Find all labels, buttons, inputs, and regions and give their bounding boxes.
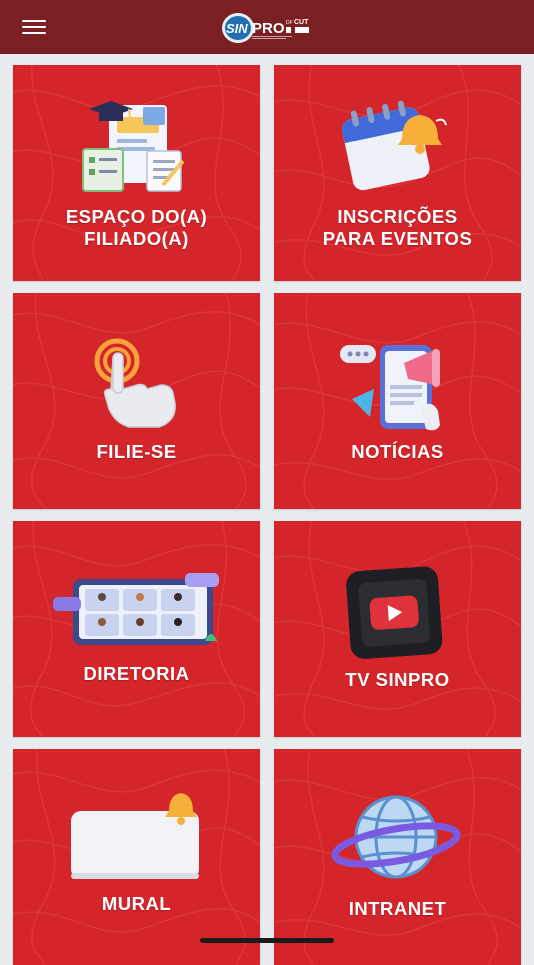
tile-noticias[interactable]: NOTÍCIAS (274, 293, 521, 509)
tile-label: FILIE-SE (96, 441, 177, 462)
tile-espaco-filiado[interactable]: ESPAÇO DO(A) FILIADO(A) (13, 65, 260, 281)
phone-megaphone-icon (340, 345, 440, 431)
tile-label: TV SINPRO (345, 669, 450, 690)
tile-intranet[interactable]: INTRANET (274, 749, 521, 965)
tile-mural[interactable]: MURAL (13, 749, 260, 965)
tile-label: INTRANET (348, 898, 447, 919)
hamburger-menu-icon[interactable] (22, 18, 48, 36)
tile-label: INSCRIÇÕES PARA EVENTOS (322, 206, 473, 249)
video-play-icon (346, 566, 443, 659)
tile-diretoria[interactable]: DIRETORIA (13, 521, 260, 737)
home-indicator[interactable] (200, 938, 334, 943)
sinpro-logo: SIN PRO DF CUT (222, 12, 322, 44)
tile-label: DIRETORIA (83, 663, 190, 684)
svg-text:SIN: SIN (226, 21, 248, 36)
svg-text:CUT: CUT (294, 19, 309, 26)
top-app-bar: SIN PRO DF CUT (0, 0, 534, 54)
video-conference-icon (53, 573, 219, 645)
tile-label: ESPAÇO DO(A) FILIADO(A) (65, 206, 208, 249)
tile-label: MURAL (101, 893, 172, 914)
globe-ring-icon (331, 795, 461, 879)
tile-tv-sinpro[interactable]: TV SINPRO (274, 521, 521, 737)
svg-text:PRO: PRO (252, 20, 285, 37)
notice-board-bell-icon (71, 793, 199, 879)
tap-hand-icon (94, 338, 176, 428)
tile-label: NOTÍCIAS (351, 441, 444, 462)
tile-filie-se[interactable]: FILIE-SE (13, 293, 260, 509)
svg-text:DF: DF (286, 20, 293, 26)
tile-inscricoes-eventos[interactable]: INSCRIÇÕES PARA EVENTOS (274, 65, 521, 281)
